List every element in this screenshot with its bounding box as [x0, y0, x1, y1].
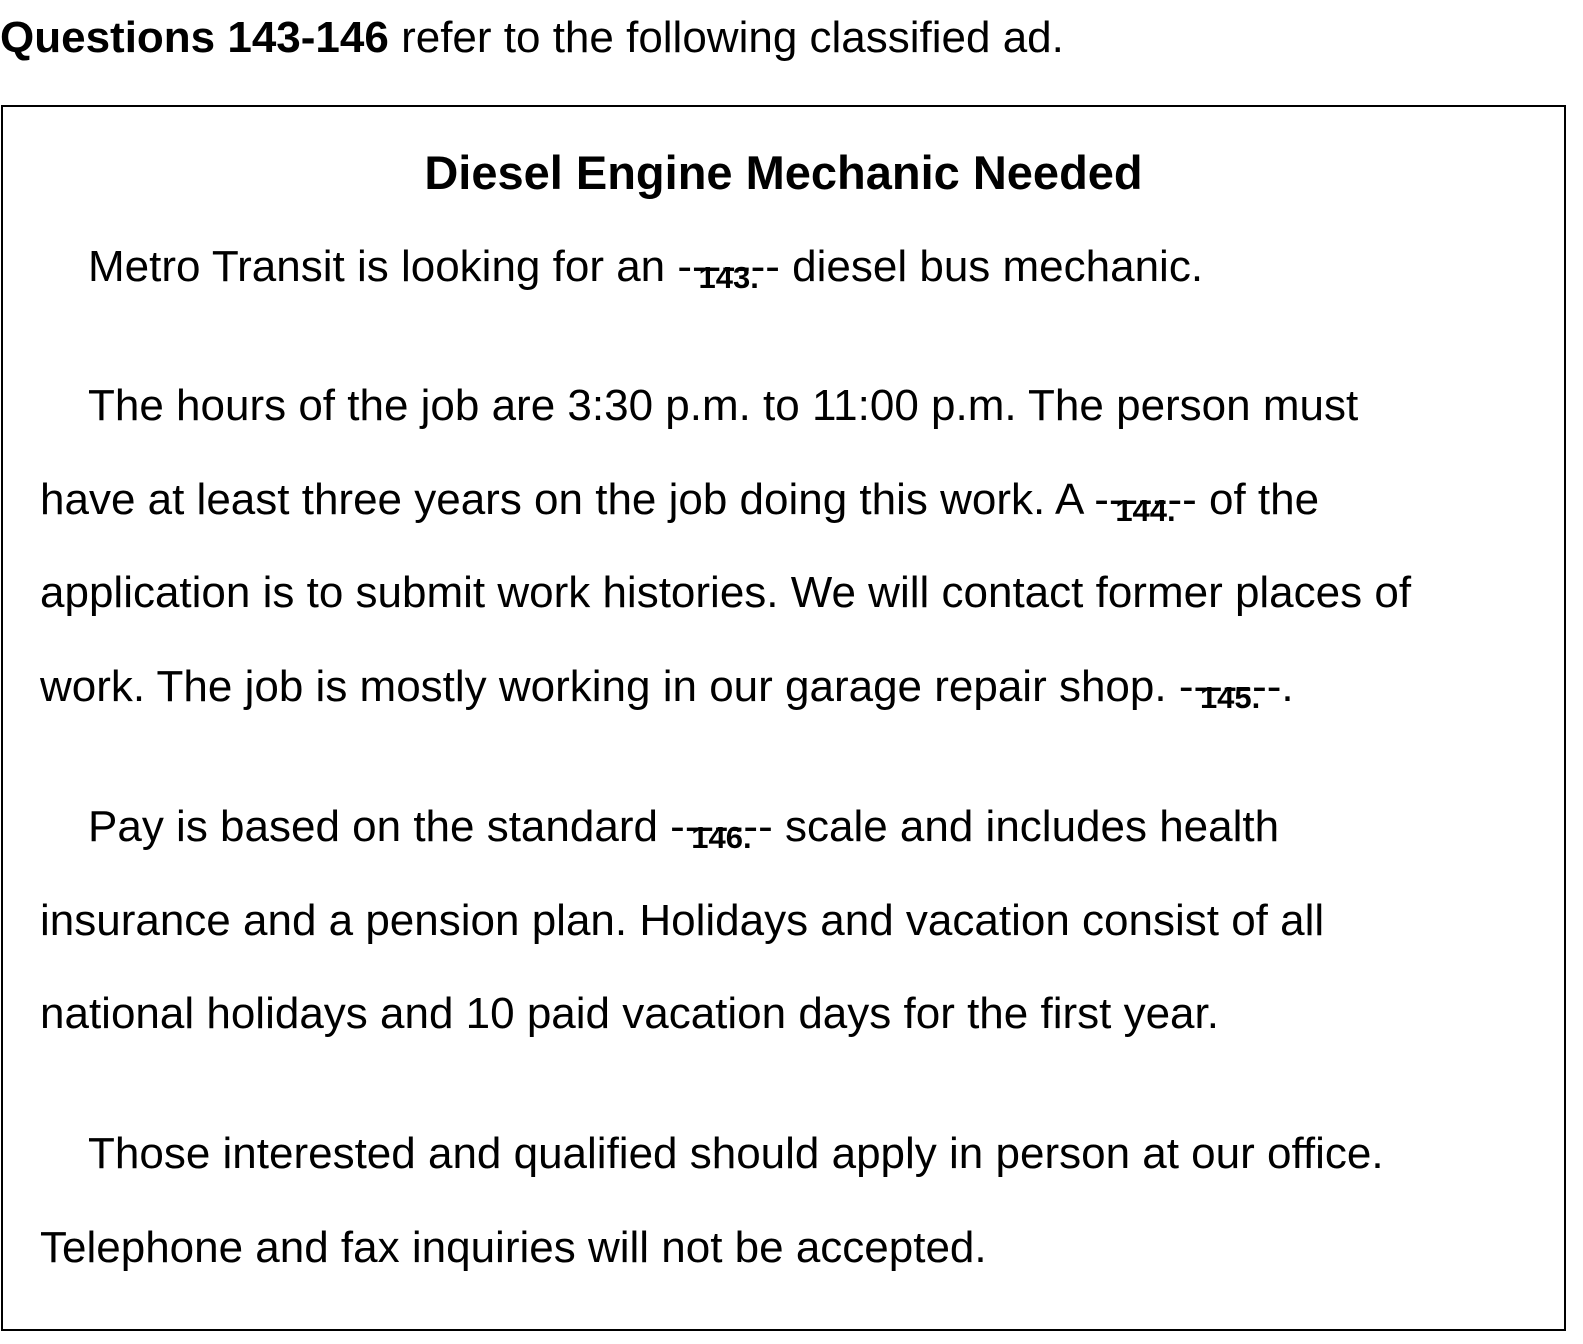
blank-number-144: 144. — [1115, 493, 1176, 528]
ad-paragraph-2-line-3: application is to submit work histories.… — [40, 568, 1412, 617]
ad-paragraph-2-line-1: The hours of the job are 3:30 p.m. to 11… — [88, 381, 1359, 430]
text-segment: of the — [1196, 475, 1320, 524]
ad-title: Diesel Engine Mechanic Needed — [424, 146, 1143, 199]
answer-blank-146: ------- 146. — [670, 799, 773, 855]
text-segment: Pay is based on the standard — [88, 802, 671, 851]
text-segment: scale and includes health — [772, 802, 1280, 851]
answer-blank-144: ------- 144. — [1094, 472, 1197, 528]
text-segment: diesel bus mechanic. — [779, 242, 1204, 291]
blank-number-146: 146. — [691, 820, 752, 855]
question-intro: Questions 143-146 refer to the following… — [0, 10, 1064, 66]
ad-paragraph-2-line-4: work. The job is mostly working in our g… — [40, 659, 1294, 715]
text-segment: . — [1281, 662, 1294, 711]
ad-paragraph-2-line-2: have at least three years on the job doi… — [40, 472, 1319, 528]
blank-number-143: 143. — [698, 260, 759, 295]
answer-blank-145: ------- 145. — [1179, 659, 1282, 715]
question-range: Questions 143-146 — [0, 13, 389, 62]
text-segment: work. The job is mostly working in our g… — [40, 662, 1179, 711]
ad-paragraph-1-line-1: Metro Transit is looking for an ------- 1… — [88, 239, 1203, 295]
text-segment: Metro Transit is looking for an — [88, 242, 678, 291]
answer-blank-143: ------- 143. — [677, 239, 780, 295]
blank-number-145: 145. — [1199, 680, 1261, 715]
ad-paragraph-3-line-1: Pay is based on the standard ------- 146.… — [88, 799, 1279, 855]
text-segment: have at least three years on the job doi… — [40, 475, 1095, 524]
intro-text: refer to the following classified ad. — [388, 13, 1064, 62]
ad-paragraph-3-line-2: insurance and a pension plan. Holidays a… — [40, 896, 1325, 945]
ad-paragraph-3-line-3: national holidays and 10 paid vacation d… — [40, 989, 1219, 1038]
ad-paragraph-4-line-2: Telephone and fax inquiries will not be … — [40, 1223, 987, 1272]
classified-ad-box: Diesel Engine Mechanic Needed Metro Tran… — [1, 105, 1566, 1331]
ad-paragraph-4-line-1: Those interested and qualified should ap… — [88, 1129, 1384, 1178]
